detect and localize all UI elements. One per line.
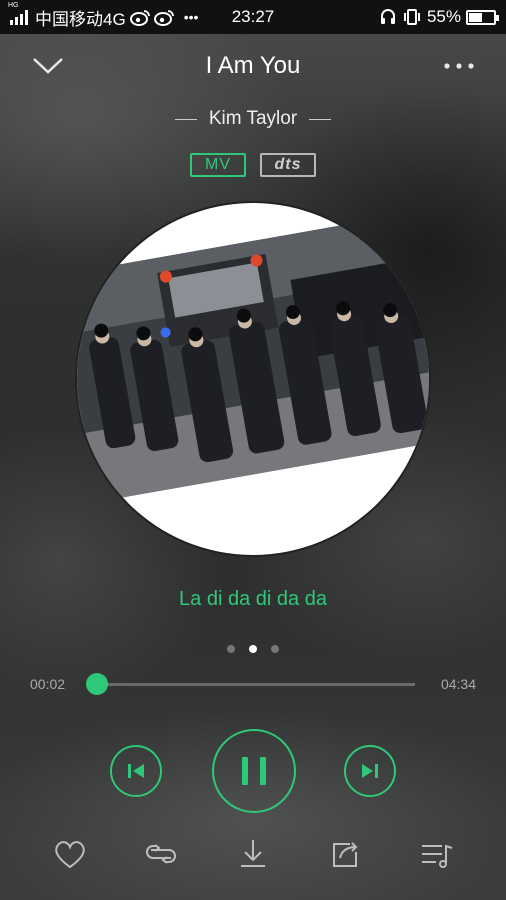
album-art-image [77,203,429,555]
status-bar: HG 中国移动4G ••• 23:27 55% [0,0,506,34]
divider [174,118,197,120]
share-icon[interactable] [324,834,364,874]
album-art[interactable] [77,203,429,555]
dts-badge[interactable]: dts [260,153,316,177]
playlist-icon[interactable] [416,834,456,874]
artist-row: Kim Taylor [0,108,506,130]
player-header: I Am You [0,34,506,98]
repeat-icon[interactable] [141,834,181,874]
song-title: I Am You [205,52,301,79]
page-dot [227,645,235,653]
artist-name[interactable]: Kim Taylor [209,108,297,130]
page-indicator [0,645,506,653]
bottom-action-bar [0,812,506,900]
previous-track-icon [128,764,144,778]
weibo-icon [153,9,174,26]
heart-icon[interactable] [50,834,90,874]
more-options-icon[interactable] [442,56,476,76]
headset-icon [380,9,395,24]
battery-icon [466,9,499,25]
battery-percent: 55% [426,7,461,26]
divider [309,118,332,120]
previous-button[interactable] [110,745,162,797]
notification-more: ••• [183,9,199,25]
download-icon[interactable] [233,834,273,874]
signal-icon: HG [8,2,28,25]
badge-row: MV dts [0,153,506,177]
current-lyric[interactable]: La di da di da da [0,588,506,611]
next-track-icon [362,764,378,778]
total-time: 04:34 [440,676,476,692]
carrier-label: 中国移动4G [35,9,126,29]
pause-icon [242,757,266,785]
vibrate-icon [403,9,420,25]
network-type-badge: HG [8,2,19,9]
page-dot [271,645,279,653]
page-dot [249,645,257,653]
elapsed-time: 00:02 [30,676,66,692]
mv-badge[interactable]: MV [190,153,246,177]
weibo-icon [129,9,150,26]
play-pause-button[interactable] [212,729,296,813]
next-button[interactable] [344,745,396,797]
seek-bar[interactable] [86,673,415,695]
